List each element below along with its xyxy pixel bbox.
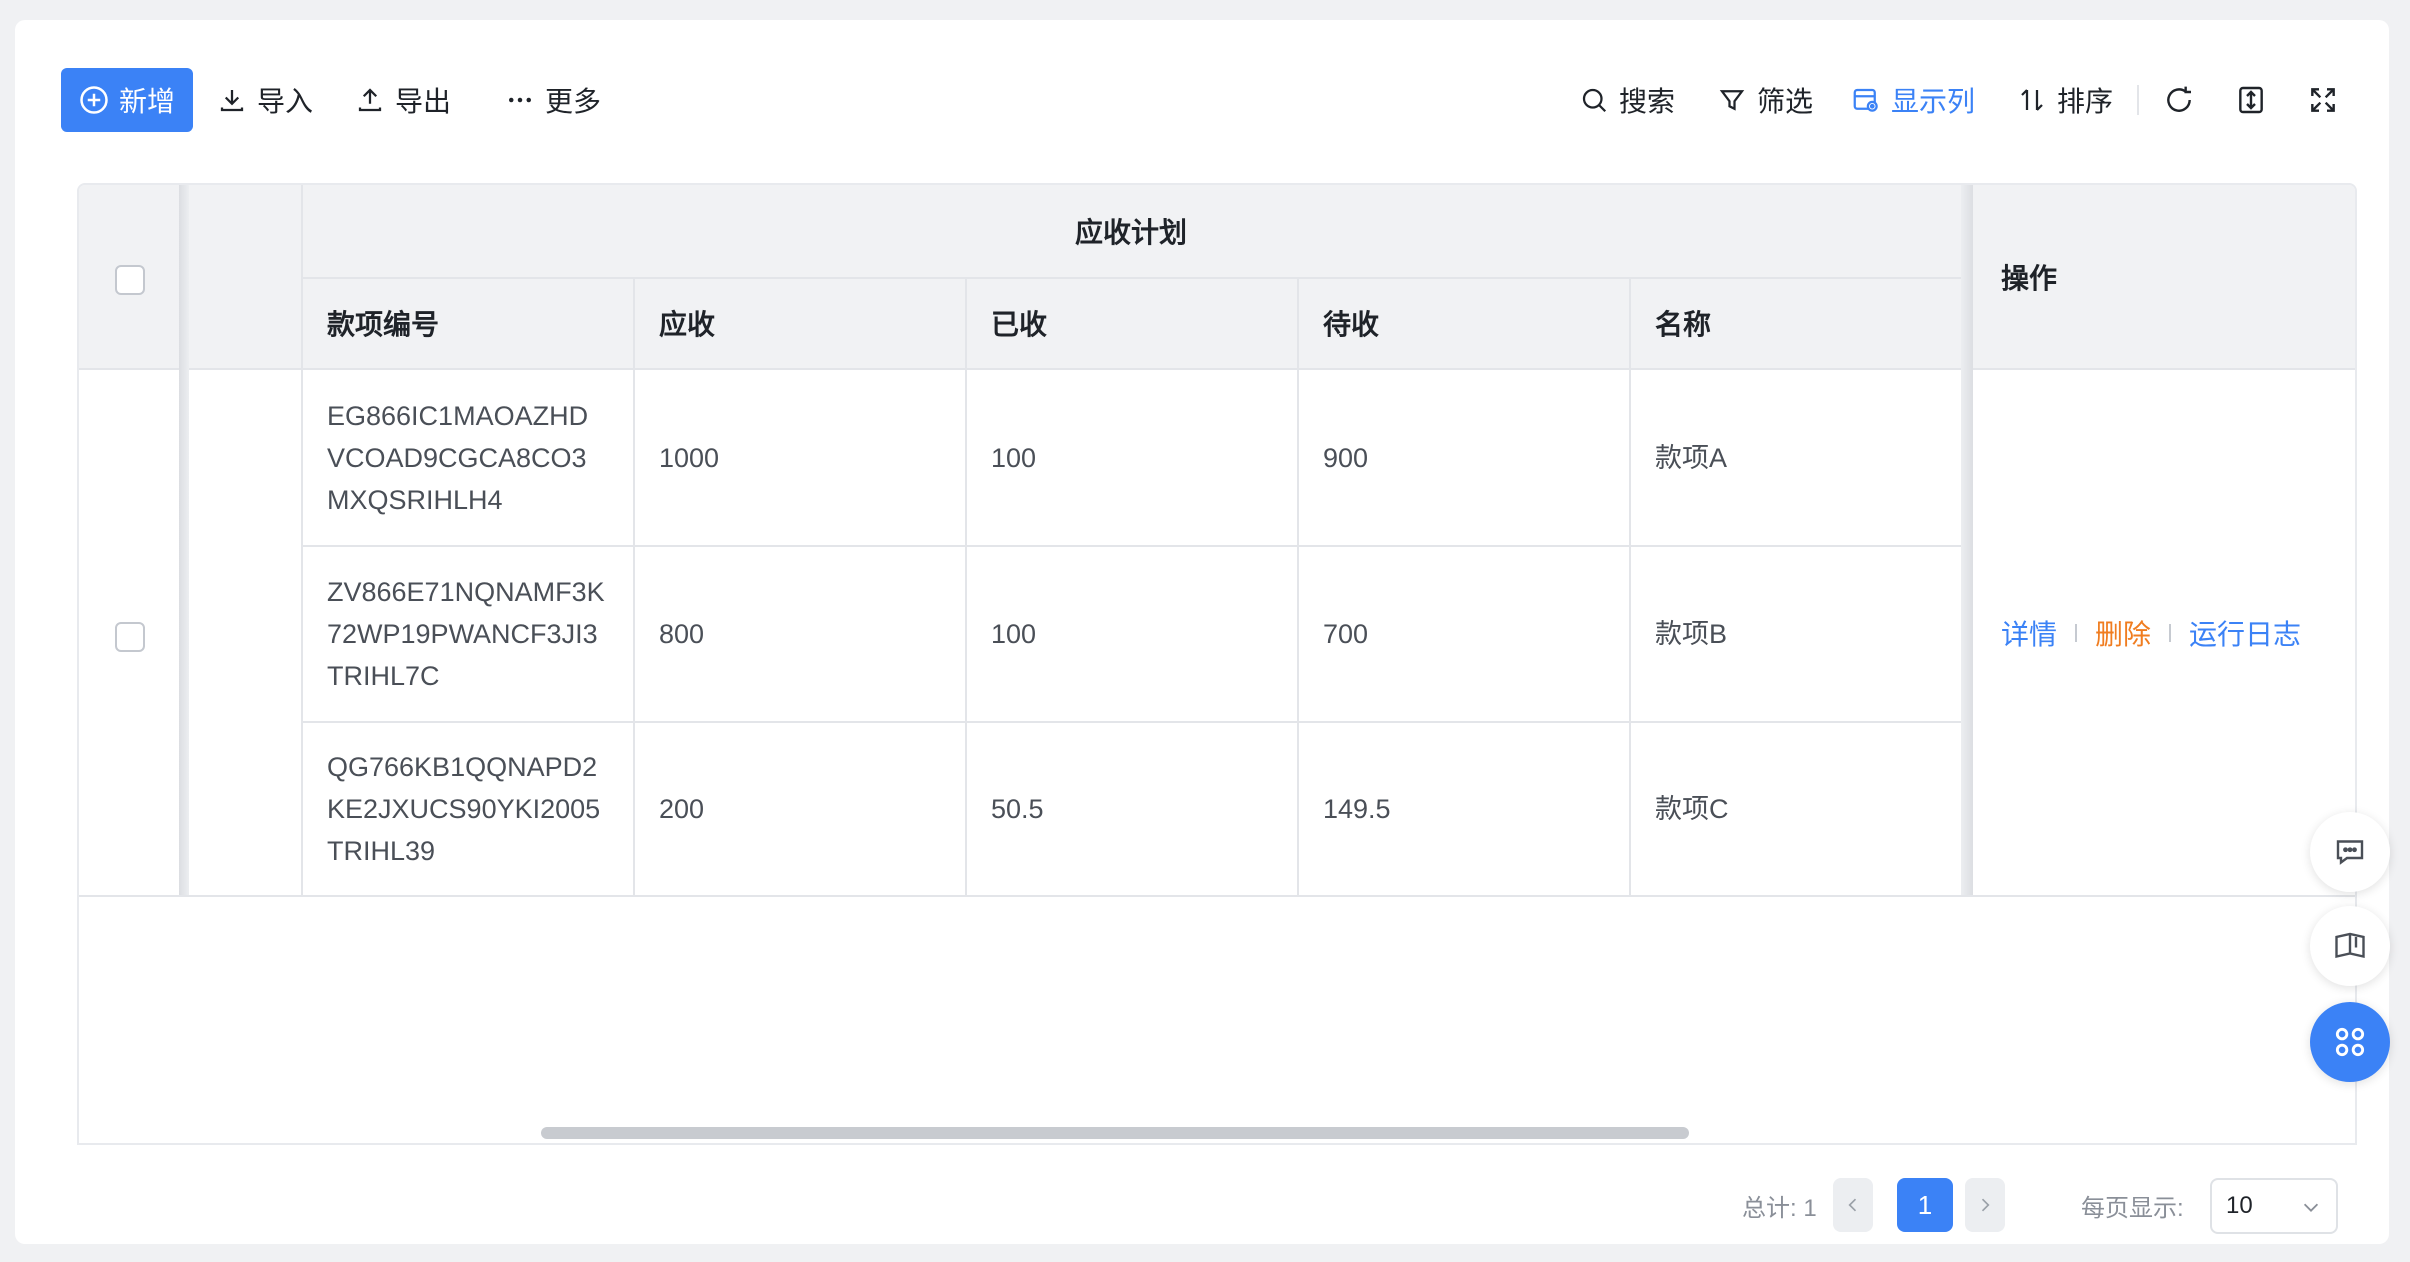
- manual-icon: [2335, 932, 2365, 958]
- page-button-current[interactable]: 1: [1897, 1178, 1953, 1232]
- add-button-label: 新增: [118, 86, 175, 117]
- data-table: 应收计划 款项编号 应收 已收 待收 名称 操作 EG866IC1MAOAZHD…: [77, 183, 2357, 1145]
- column-header-name: 名称: [1655, 309, 1712, 340]
- column-header-receivable: 应收: [659, 309, 716, 340]
- table-row-3-pending: 149.5: [1323, 794, 1391, 824]
- search-icon: [1582, 88, 1607, 113]
- column-header-operation: 操作: [2001, 263, 2058, 294]
- fixed-column-shadow: [1961, 185, 1973, 895]
- table-row-2-name: 款项B: [1655, 619, 1728, 649]
- sort-icon: [2021, 89, 2043, 111]
- add-button[interactable]: 新增: [61, 68, 193, 132]
- sort-label: 排序: [2057, 86, 2114, 117]
- content-card: 新增 导入 导出 更多 搜索 筛选 显示列 排序 应收计划 款项编号 应收 已收…: [15, 20, 2389, 1244]
- col-border: [301, 185, 303, 895]
- delete-link[interactable]: 删除: [2095, 613, 2151, 653]
- fixed-column-shadow: [179, 185, 189, 895]
- per-page-value: 10: [2226, 1192, 2253, 1219]
- horizontal-scrollbar[interactable]: [541, 1127, 1689, 1139]
- table-row-2-pending: 700: [1323, 619, 1369, 649]
- refresh-icon[interactable]: [2163, 84, 2195, 116]
- prev-page-button[interactable]: [1833, 1178, 1873, 1232]
- table-row-1-pending: 900: [1323, 443, 1369, 473]
- chat-button[interactable]: [2310, 812, 2390, 892]
- manual-button[interactable]: [2310, 906, 2390, 986]
- fullscreen-icon[interactable]: [2307, 84, 2339, 116]
- table-row-3-receivable: 200: [659, 794, 705, 824]
- table-row-2-code: ZV866E71NQNAMF3K 72WP19PWANCF3JI3 TRIHL7…: [327, 577, 605, 691]
- chat-icon: [2336, 840, 2364, 865]
- sort-button[interactable]: 排序: [2017, 68, 2113, 132]
- more-label: 更多: [545, 86, 602, 117]
- col-border: [633, 277, 635, 895]
- action-divider: [2075, 624, 2078, 642]
- chevron-right-icon: [1981, 1198, 1990, 1212]
- search-button[interactable]: 搜索: [1579, 68, 1675, 132]
- filter-label: 筛选: [1757, 86, 1814, 117]
- action-divider: [2169, 624, 2172, 642]
- table-row-2-received: 100: [991, 619, 1037, 649]
- table-row-3-name: 款项C: [1655, 794, 1729, 824]
- select-all-checkbox[interactable]: [115, 265, 145, 295]
- filter-button[interactable]: 筛选: [1717, 68, 1813, 132]
- columns-button[interactable]: 显示列: [1851, 68, 1975, 132]
- export-button[interactable]: 导出: [355, 68, 451, 132]
- col-border: [1629, 277, 1631, 895]
- table-row-1-name: 款项A: [1655, 443, 1728, 473]
- upload-icon: [358, 88, 382, 112]
- plus-circle-icon: [80, 86, 108, 114]
- import-button[interactable]: 导入: [217, 68, 313, 132]
- table-row-3-received: 50.5: [991, 794, 1044, 824]
- toolbar-divider: [2137, 85, 2139, 115]
- toolbar: 新增 导入 导出 更多 搜索 筛选 显示列 排序: [61, 68, 2349, 132]
- row-checkbox[interactable]: [115, 622, 145, 652]
- columns-label: 显示列: [1891, 86, 1976, 117]
- chevron-left-icon: [1848, 1198, 1857, 1212]
- run-log-link[interactable]: 运行日志: [2189, 613, 2301, 653]
- table-row-1-received: 100: [991, 443, 1037, 473]
- col-border: [1297, 277, 1299, 895]
- table-row-2-receivable: 800: [659, 619, 705, 649]
- table-row-1-receivable: 1000: [659, 443, 720, 473]
- search-label: 搜索: [1619, 86, 1676, 117]
- row-height-icon[interactable]: [2235, 84, 2267, 116]
- per-page-label: 每页显示:: [2081, 1195, 2184, 1222]
- col-border: [965, 277, 967, 895]
- table-row-3-code: QG766KB1QQNAPD2 KE2JXUCS90YKI2005 TRIHL3…: [327, 752, 601, 866]
- chevron-down-icon: [2303, 1203, 2319, 1212]
- more-icon: [509, 97, 531, 103]
- per-page-select[interactable]: 10: [2210, 1178, 2338, 1234]
- column-header-received: 已收: [991, 309, 1048, 340]
- export-label: 导出: [395, 86, 452, 117]
- pagination-total: 总计: 1: [1742, 1195, 1817, 1222]
- row-actions: 详情 删除 运行日志: [2001, 371, 2301, 895]
- detail-link[interactable]: 详情: [2001, 613, 2057, 653]
- column-header-pending: 待收: [1323, 309, 1380, 340]
- table-bottom-border: [79, 895, 2355, 897]
- filter-icon: [1719, 90, 1745, 111]
- import-label: 导入: [257, 86, 314, 117]
- header-divider: [301, 277, 1961, 279]
- download-icon: [220, 90, 244, 112]
- next-page-button[interactable]: [1965, 1178, 2005, 1232]
- table-row-1-code: EG866IC1MAOAZHD VCOAD9CGCA8CO3 MXQSRIHLH…: [327, 401, 589, 515]
- more-button[interactable]: 更多: [505, 68, 601, 132]
- apps-icon: [2335, 1027, 2365, 1057]
- group-header-receivable-plan: 应收计划: [1074, 217, 1187, 248]
- columns-icon: [1853, 88, 1878, 112]
- column-header-code: 款项编号: [327, 309, 440, 340]
- apps-button[interactable]: [2310, 1002, 2390, 1082]
